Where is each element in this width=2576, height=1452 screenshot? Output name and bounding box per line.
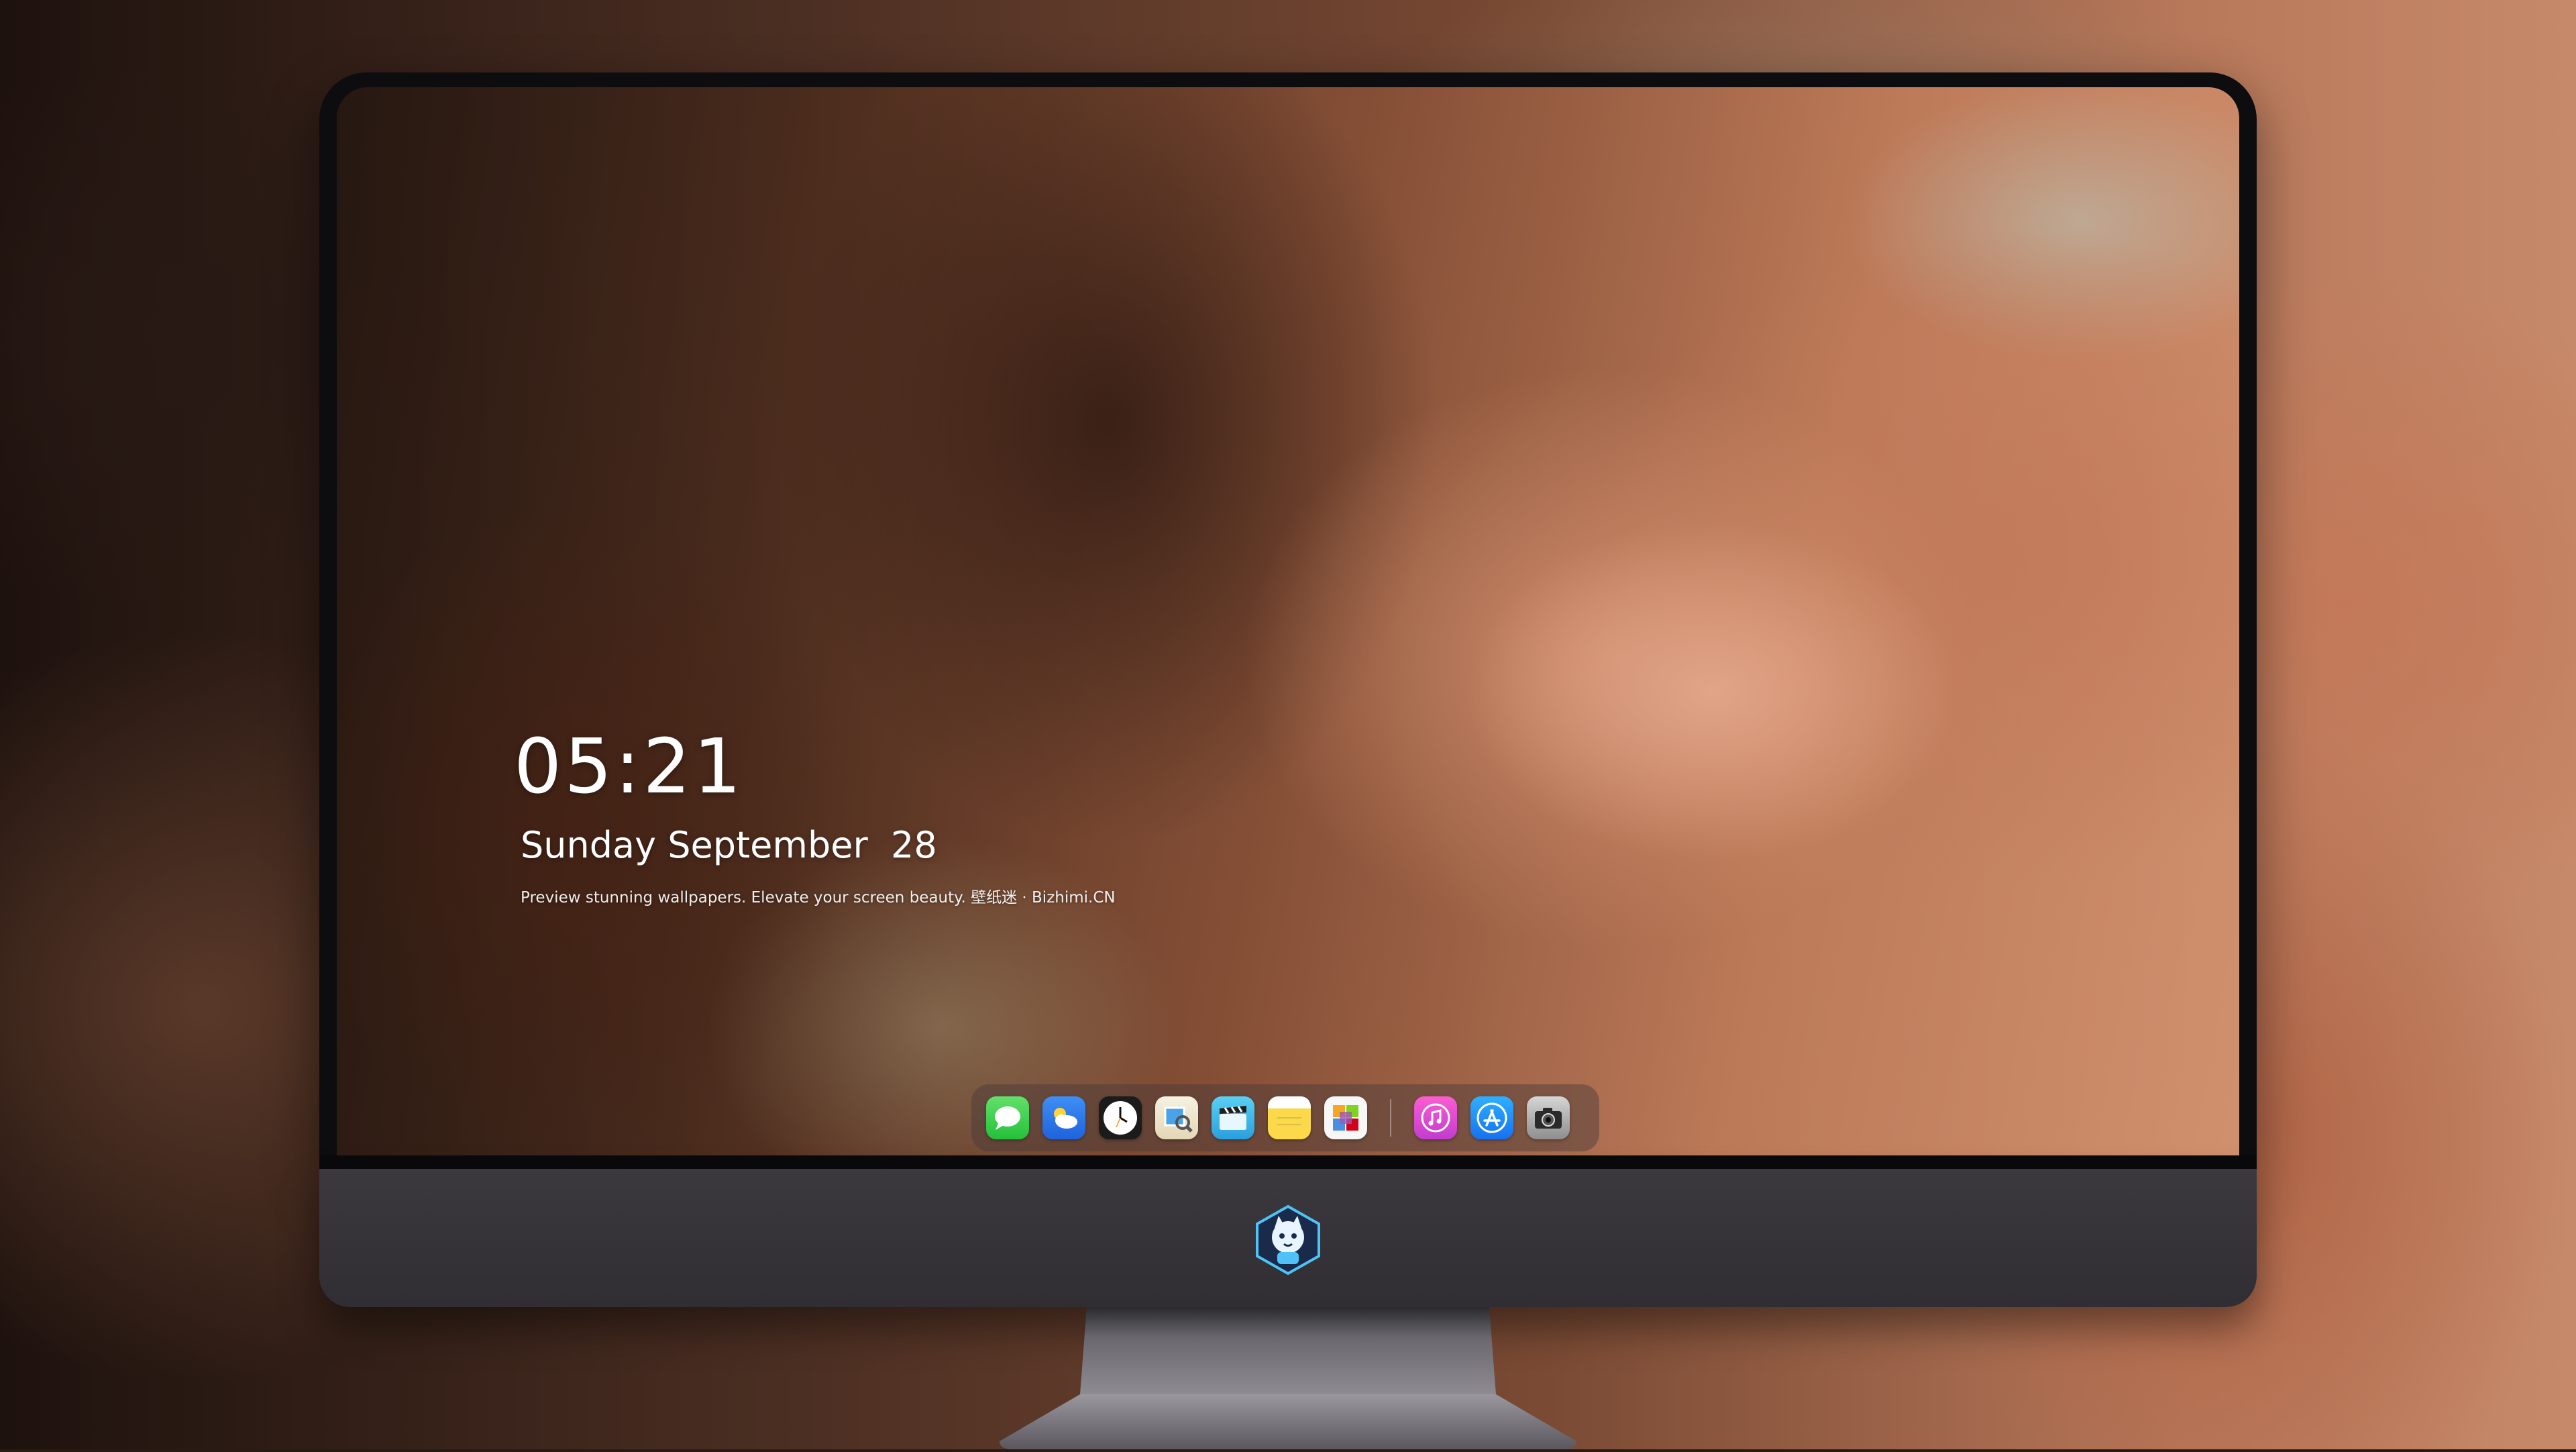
camera-icon[interactable] — [1527, 1096, 1570, 1139]
lockscreen-date: Sunday September 28 — [521, 824, 937, 866]
monitor-screen — [337, 87, 2239, 1155]
music-icon[interactable] — [1414, 1096, 1457, 1139]
notes-icon[interactable] — [1268, 1096, 1311, 1139]
monitor-bottom-bezel — [319, 1155, 2257, 1169]
lockscreen-clock: 05:21 — [514, 723, 744, 811]
mascot-logo-icon — [1252, 1204, 1324, 1276]
weather-icon[interactable] — [1042, 1096, 1085, 1139]
preview-icon[interactable] — [1155, 1096, 1198, 1139]
dock — [971, 1084, 1599, 1151]
dock-divider — [1390, 1099, 1391, 1137]
clips-icon[interactable] — [1212, 1096, 1254, 1139]
lockscreen-caption: Preview stunning wallpapers. Elevate you… — [521, 889, 1116, 906]
photos-icon[interactable] — [1324, 1096, 1367, 1139]
monitor-stand — [986, 1307, 1590, 1449]
messages-icon[interactable] — [986, 1096, 1029, 1139]
clock-icon[interactable] — [1099, 1096, 1142, 1139]
app-store-icon[interactable] — [1470, 1096, 1513, 1139]
